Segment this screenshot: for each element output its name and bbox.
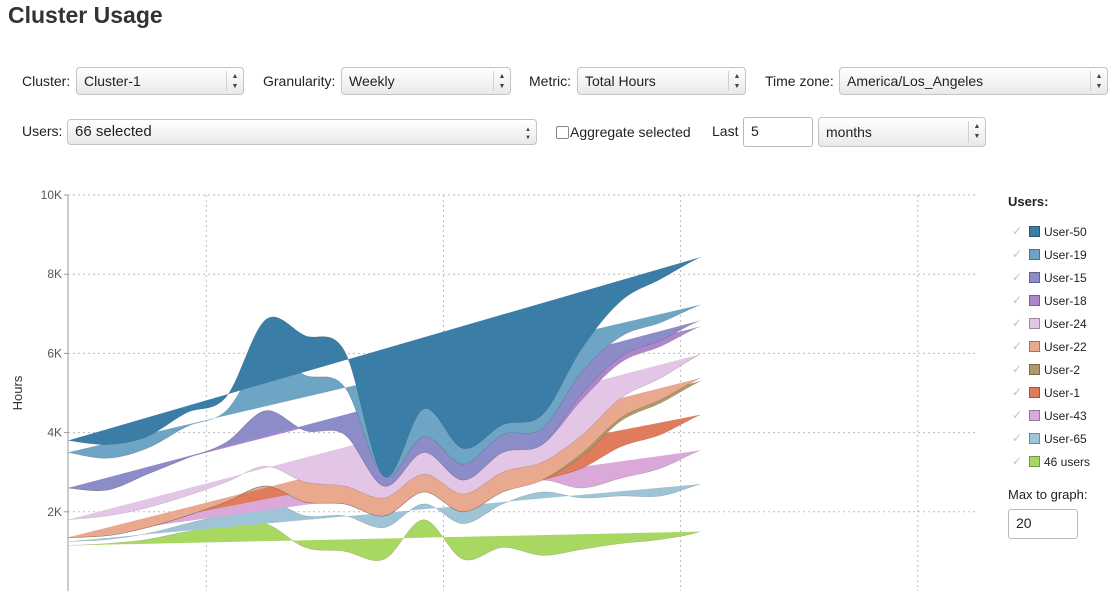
select-arrows-icon: ▲ ▼ (525, 127, 531, 141)
check-icon: ✓ (1012, 339, 1023, 353)
select-arrows-icon: ▲ ▼ (728, 71, 745, 91)
check-icon: ✓ (1012, 408, 1023, 422)
legend-label: User-19 (1044, 248, 1087, 262)
x-tick-label: Nov (209, 578, 231, 590)
legend-label: User-2 (1044, 363, 1081, 377)
timezone-select[interactable]: America/Los_Angeles ▲ ▼ (839, 67, 1108, 95)
stacked-area-chart: 2K 4K 6K 8K 10K Nov Dec Jan Feb Hours (10, 188, 977, 591)
check-icon: ✓ (1012, 454, 1023, 468)
check-icon: ✓ (1012, 247, 1023, 261)
select-arrows-icon: ▲ ▼ (226, 71, 243, 91)
legend-swatch (1029, 387, 1040, 398)
y-tick-label: 8K (47, 267, 62, 281)
y-tick-label: 2K (47, 505, 62, 519)
aggregate-label: Aggregate selected (570, 124, 691, 140)
users-label: Users: (22, 123, 63, 139)
check-icon: ✓ (1012, 385, 1023, 399)
select-arrows-icon: ▲ ▼ (1090, 71, 1107, 91)
legend-swatch (1029, 341, 1040, 352)
last-unit-select[interactable]: months ▲ ▼ (818, 117, 986, 147)
legend-swatch (1029, 272, 1040, 283)
legend-title: Users: (1008, 194, 1049, 209)
metric-label: Metric: (529, 73, 571, 89)
metric-value: Total Hours (585, 73, 656, 89)
last-count-input[interactable]: 5 (743, 117, 813, 147)
x-tick-label: Dec (446, 578, 466, 590)
y-axis-label: Hours (10, 375, 25, 410)
legend-swatch (1029, 456, 1040, 467)
max-to-graph-input[interactable]: 20 (1008, 509, 1078, 539)
check-icon: ✓ (1012, 316, 1023, 330)
legend-label: User-43 (1044, 409, 1087, 423)
select-arrows-icon: ▲ ▼ (493, 71, 510, 91)
check-icon: ✓ (1012, 224, 1023, 238)
x-tick-label: Feb (921, 578, 941, 590)
check-icon: ✓ (1012, 270, 1023, 284)
last-label: Last (712, 123, 739, 139)
last-unit-value: months (826, 124, 872, 140)
legend-swatch (1029, 410, 1040, 421)
users-select[interactable]: 66 selected ▲ ▼ (67, 119, 537, 145)
y-tick-label: 6K (47, 346, 62, 360)
aggregate-checkbox[interactable] (556, 126, 569, 139)
page-title: Cluster Usage (8, 2, 163, 28)
legend-label: User-18 (1044, 294, 1087, 308)
users-value: 66 selected (75, 123, 152, 140)
check-icon: ✓ (1012, 362, 1023, 376)
cluster-value: Cluster-1 (84, 73, 141, 89)
select-arrows-icon: ▲ ▼ (968, 121, 985, 143)
y-tick-label: 4K (47, 426, 62, 440)
max-to-graph-label: Max to graph: (1008, 487, 1088, 502)
legend-swatch (1029, 249, 1040, 260)
timezone-value: America/Los_Angeles (847, 73, 984, 89)
y-tick-label: 10K (41, 188, 62, 202)
check-icon: ✓ (1012, 293, 1023, 307)
legend-swatch (1029, 364, 1040, 375)
legend-label: User-15 (1044, 271, 1087, 285)
legend-swatch (1029, 433, 1040, 444)
cluster-select[interactable]: Cluster-1 ▲ ▼ (76, 67, 244, 95)
legend-swatch (1029, 226, 1040, 237)
legend-label: User-65 (1044, 432, 1087, 446)
legend-label: User-22 (1044, 340, 1087, 354)
timezone-label: Time zone: (765, 73, 834, 89)
check-icon: ✓ (1012, 431, 1023, 445)
legend-swatch (1029, 318, 1040, 329)
legend-label: User-50 (1044, 225, 1087, 239)
x-tick-label: Jan (684, 578, 703, 590)
granularity-label: Granularity: (263, 73, 336, 89)
metric-select[interactable]: Total Hours ▲ ▼ (577, 67, 746, 95)
granularity-value: Weekly (349, 73, 395, 89)
legend-swatch (1029, 295, 1040, 306)
cluster-label: Cluster: (22, 73, 71, 89)
legend-label: User-24 (1044, 317, 1087, 331)
legend-label: User-1 (1044, 386, 1081, 400)
granularity-select[interactable]: Weekly ▲ ▼ (341, 67, 511, 95)
legend-label: 46 users (1044, 455, 1091, 469)
